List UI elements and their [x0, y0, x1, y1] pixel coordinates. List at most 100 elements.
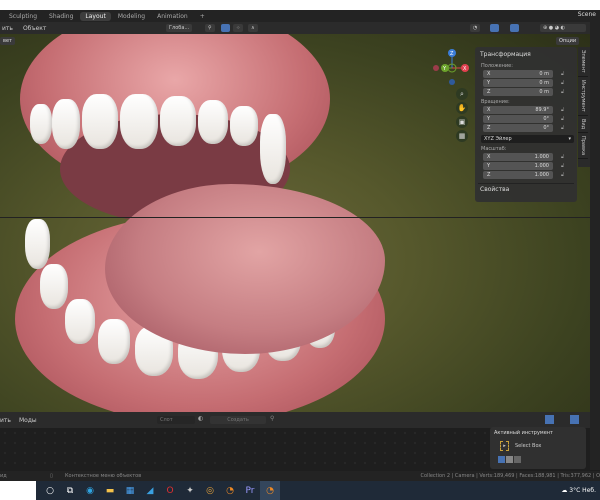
gizmo-toggle-icon[interactable]: [490, 24, 499, 32]
pivot-icon[interactable]: ⚲: [205, 24, 215, 32]
tab-tool[interactable]: Инструмент: [578, 77, 588, 116]
blender-icon[interactable]: ◔: [220, 481, 240, 500]
tab-edit[interactable]: Правка: [578, 133, 588, 159]
scene-selector[interactable]: Scene: [578, 11, 596, 18]
axis-label: X: [487, 71, 491, 77]
tab-item[interactable]: Элемент: [578, 47, 588, 77]
rotation-z: Z 0° 🔓︎: [478, 124, 574, 132]
tab-shading[interactable]: Shading: [44, 12, 78, 21]
axis-label: X: [487, 154, 491, 160]
rotation-mode-dropdown[interactable]: XYZ Эйлер ▾: [481, 135, 574, 143]
taskbar-search-box[interactable]: [0, 481, 36, 500]
lock-icon[interactable]: 🔓︎: [561, 163, 564, 169]
tab-view[interactable]: Вид: [578, 116, 588, 133]
top-blank-strip: [0, 0, 600, 10]
perspective-grid-icon[interactable]: ▦: [456, 130, 468, 142]
lock-icon[interactable]: 🔓︎: [561, 107, 564, 113]
value: 0 m: [539, 71, 549, 77]
svg-text:X: X: [463, 66, 467, 72]
menu-object[interactable]: Объект: [23, 25, 46, 32]
visibility-icon[interactable]: ◔: [470, 24, 481, 32]
timeline-header: ить Моды Слот ◐ Создать ⚲: [0, 412, 590, 428]
blender-active-icon[interactable]: ◔: [260, 481, 280, 500]
mode-new-icon[interactable]: [498, 456, 505, 463]
value: 1.000: [534, 172, 549, 178]
tab-animation[interactable]: Animation: [152, 12, 193, 21]
transform-orientation-dropdown[interactable]: Глоба...: [166, 24, 193, 32]
snap-icon[interactable]: [221, 24, 230, 32]
weather-widget[interactable]: ☁ 3°C Неб.: [561, 487, 596, 494]
zoom-icon[interactable]: ⌕: [456, 88, 468, 100]
properties-header[interactable]: Свойства: [478, 183, 574, 195]
status-left: ид: [0, 473, 7, 479]
active-tool-panel: Активный инструмент ▸ Select Box: [490, 427, 586, 469]
scale-x: X 1.000 🔓︎: [478, 153, 574, 161]
value: 0°: [543, 116, 549, 122]
view-dropdown[interactable]: вет: [0, 37, 15, 45]
lock-icon[interactable]: 🔓︎: [561, 154, 564, 160]
tab-sculpting[interactable]: Sculpting: [4, 12, 42, 21]
sidebar-n-panel: Трансформация Положение: X 0 m 🔓︎ Y 0 m 🔓︎ Z…: [475, 47, 577, 202]
lock-icon[interactable]: 🔓︎: [561, 116, 564, 122]
transform-header[interactable]: Трансформация: [478, 49, 574, 60]
tab-modeling[interactable]: Modeling: [113, 12, 150, 21]
axis-label: Z: [487, 89, 491, 95]
pan-hand-icon[interactable]: ✋: [456, 102, 468, 114]
overlay-toggle-icon[interactable]: [510, 24, 519, 32]
tooth: [65, 299, 95, 344]
tooth: [160, 96, 196, 146]
app-icon[interactable]: ◢: [140, 481, 160, 500]
value: 0°: [543, 125, 549, 131]
lock-icon[interactable]: 🔓︎: [561, 80, 564, 86]
value: 89.9°: [535, 107, 549, 113]
rotation-x: X 89.9° 🔓︎: [478, 106, 574, 114]
camera-icon[interactable]: ▣: [456, 116, 468, 128]
tooth: [30, 104, 52, 144]
value: 1.000: [534, 154, 549, 160]
chrome-icon[interactable]: ◎: [200, 481, 220, 500]
status-bar: ид ▯ Контекстное меню объектов Collectio…: [0, 471, 600, 481]
menu-edit[interactable]: ить: [2, 25, 13, 32]
tooth: [198, 100, 228, 144]
add-workspace-button[interactable]: +: [195, 12, 210, 21]
lock-icon[interactable]: 🔓︎: [561, 89, 564, 95]
rotation-mode-value: XYZ Эйлер: [484, 136, 512, 142]
slot-dropdown[interactable]: Слот: [157, 416, 195, 424]
snap-target-icon[interactable]: ⁘: [233, 24, 244, 32]
file-explorer-icon[interactable]: ▬: [100, 481, 120, 500]
select-box-icon[interactable]: ▸: [500, 441, 509, 451]
windows-taskbar: ○ ⧉ ◉ ▬ ▦ ◢ O ✦ ◎ ◔ Pr ◔ ☁ 3°C Неб.: [0, 481, 600, 500]
tooth: [120, 94, 158, 149]
lock-icon[interactable]: 🔓︎: [561, 172, 564, 178]
menu-edit[interactable]: ить: [0, 417, 11, 424]
mode-extend-icon[interactable]: [506, 456, 513, 463]
menu-modes[interactable]: Моды: [19, 417, 37, 424]
gizmo-toggle-icon[interactable]: [545, 415, 554, 424]
properties-editor-strip: [590, 22, 600, 470]
cortana-icon[interactable]: ○: [40, 481, 60, 500]
options-dropdown[interactable]: Опции: [556, 37, 580, 45]
pin-icon[interactable]: ⚲: [270, 415, 274, 422]
lock-icon[interactable]: 🔓︎: [561, 71, 564, 77]
premiere-icon[interactable]: Pr: [240, 481, 260, 500]
app-icon[interactable]: ✦: [180, 481, 200, 500]
store-icon[interactable]: ▦: [120, 481, 140, 500]
mouse-icon: ▯: [50, 473, 53, 479]
tab-layout[interactable]: Layout: [80, 11, 111, 21]
mode-subtract-icon[interactable]: [514, 456, 521, 463]
axis-label: Y: [487, 116, 491, 122]
edge-icon[interactable]: ◉: [80, 481, 100, 500]
weather-text: 3°C Неб.: [569, 487, 596, 494]
opera-icon[interactable]: O: [160, 481, 180, 500]
task-view-icon[interactable]: ⧉: [60, 481, 80, 500]
create-button[interactable]: Создать: [210, 416, 266, 424]
svg-text:Z: Z: [450, 51, 454, 57]
shading-modes[interactable]: ⊕ ● ◕ ◐: [540, 24, 586, 32]
axis-label: Z: [487, 172, 491, 178]
overlay-toggle-icon[interactable]: [570, 415, 579, 424]
world-icon[interactable]: ◐: [198, 415, 203, 422]
chevron-down-icon: ▾: [568, 136, 571, 142]
proportional-edit-icon[interactable]: ∧: [248, 24, 258, 32]
lock-icon[interactable]: 🔓︎: [561, 125, 564, 131]
scale-z: Z 1.000 🔓︎: [478, 171, 574, 179]
